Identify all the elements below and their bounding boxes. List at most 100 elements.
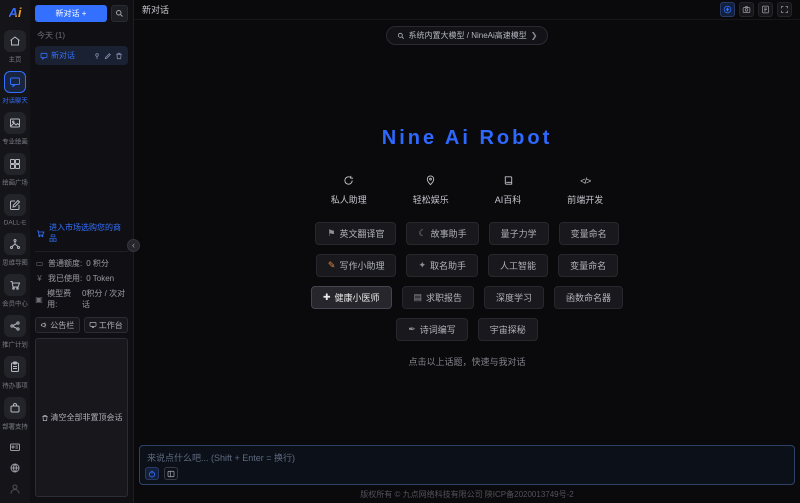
topic-button[interactable]: 量子力学 [488, 222, 549, 245]
stat-row-used: ¥ 我已使用: 0 Token [35, 273, 128, 284]
topic-button[interactable]: ☾ 故事助手 [406, 222, 479, 245]
message-input[interactable]: 来说点什么吧... (Shift + Enter = 换行) [139, 445, 795, 485]
category-label: 前端开发 [567, 195, 604, 205]
sidebar-item-deploy[interactable]: 部署支持 [0, 397, 31, 435]
topic-label: 函数命名器 [566, 293, 612, 303]
chat-list-item[interactable]: 新对话 [35, 46, 128, 65]
chat-list-panel: 新对话 + 今天 (1) 新对话 进入市场选购您的商品 ▭ 普通额度: 0 积分… [30, 0, 134, 503]
topic-button[interactable]: 变量命名 [558, 222, 619, 245]
sidebar-item-pro-draw[interactable]: 专业绘画 [0, 112, 31, 150]
code-icon: </> [580, 175, 591, 186]
category-label: 私人助理 [330, 195, 367, 205]
location-icon [425, 174, 436, 187]
plugin-button[interactable] [720, 2, 735, 17]
panel-icon [167, 470, 175, 478]
stat-value: 0 积分 [86, 259, 109, 268]
fullscreen-button[interactable] [777, 2, 792, 17]
sidebar-item-todo[interactable]: 待办事项 [0, 356, 31, 394]
welcome-hero: Nine Ai Robot 私人助理 轻松娱乐 AI百科 </> 前端开发 ⚑ … [134, 127, 800, 368]
sidebar-footer [9, 441, 21, 503]
sidebar-item-chat[interactable]: 对话聊天 [0, 71, 31, 109]
input-placeholder: 来说点什么吧... (Shift + Enter = 换行) [147, 453, 296, 463]
topic-button[interactable]: 变量命名 [558, 254, 619, 277]
topic-button[interactable]: ✦ 取名助手 [406, 254, 479, 277]
sidebar-item-dalle[interactable]: DALL-E [1, 194, 29, 230]
stat-row-model-cost: ▣ 模型费用: 0积分 / 次对话 [35, 288, 128, 310]
topic-button[interactable]: 深度学习 [484, 286, 545, 309]
topic-label: 人工智能 [500, 261, 537, 271]
topic-label: 变量命名 [570, 261, 607, 271]
market-link[interactable]: 进入市场选购您的商品 [36, 222, 127, 244]
topic-button[interactable]: ✒ 诗词编写 [396, 318, 468, 341]
topic-label: 健康小医师 [334, 293, 380, 303]
sidebar-item-draw-plaza[interactable]: 绘画广场 [0, 153, 31, 191]
topic-button[interactable]: ✚ 健康小医师 [310, 286, 392, 309]
card-icon: ▭ [35, 259, 44, 268]
chat-group-label: 今天 (1) [37, 31, 65, 40]
pin-icon[interactable] [93, 52, 101, 60]
megaphone-icon [40, 321, 48, 329]
category-encyclopedia[interactable]: AI百科 [495, 174, 521, 206]
image-icon [9, 117, 21, 129]
new-chat-button[interactable]: 新对话 + [35, 5, 107, 22]
screenshot-button[interactable] [739, 2, 754, 17]
globe-icon[interactable] [9, 462, 21, 474]
model-selector-pill[interactable]: 系统内置大模型 / NineAi高速模型 ❯ [385, 26, 549, 45]
topic-label: 写作小助理 [339, 261, 385, 271]
market-link-label: 进入市场选购您的商品 [49, 223, 121, 243]
sidebar-item-label: 专业绘画 [2, 137, 28, 146]
sidebar-item-label: 思维导图 [2, 258, 28, 267]
knowledge-base-button[interactable] [164, 467, 178, 480]
list-icon [761, 5, 770, 14]
camera-icon [742, 5, 751, 14]
trash-icon [41, 414, 49, 422]
collapse-panel-handle[interactable]: ‹ [127, 239, 140, 252]
power-icon [148, 470, 156, 478]
sidebar-item-member-center[interactable]: 会员中心 [0, 274, 31, 312]
workbench-button[interactable]: 工作台 [83, 317, 128, 333]
topic-button[interactable]: 人工智能 [488, 254, 549, 277]
stat-label: 我已使用: [48, 274, 83, 283]
category-assistant[interactable]: 私人助理 [331, 174, 367, 206]
delete-icon[interactable] [115, 52, 123, 60]
app-logo: Ai [8, 5, 22, 20]
sidebar-item-promotion[interactable]: 推广计划 [0, 315, 31, 353]
topic-button[interactable]: ✎ 写作小助理 [315, 254, 397, 277]
token-icon: ¥ [37, 274, 42, 283]
topic-label: 求职报告 [426, 293, 463, 303]
main-topbar: 新对话 [134, 0, 800, 20]
network-toggle-button[interactable] [145, 467, 159, 480]
document-icon: ▤ [413, 292, 423, 302]
sidebar-item-label: 绘画广场 [2, 178, 28, 187]
card-key-icon[interactable] [9, 441, 21, 453]
stat-label: 普通额度: [48, 259, 83, 268]
sidebar-item-label: 对话聊天 [2, 96, 28, 105]
clipboard-icon [9, 361, 21, 373]
topic-label: 英文翻译官 [339, 229, 385, 239]
topic-button[interactable]: ▤ 求职报告 [401, 286, 475, 309]
edit-icon[interactable] [104, 52, 112, 60]
announcement-button[interactable]: 公告栏 [35, 317, 80, 333]
copyright-footer: 版权所有 © 九点网络科技有限公司 陕ICP备2020013749号-2 [360, 490, 574, 499]
topic-label: 诗词编写 [419, 325, 456, 335]
sidebar-item-mindmap[interactable]: 思维导图 [0, 233, 31, 271]
topic-button[interactable]: 宇宙探秘 [477, 318, 538, 341]
topic-button[interactable]: 函数命名器 [554, 286, 624, 309]
topic-button[interactable]: ⚑ 英文翻译官 [315, 222, 397, 245]
category-row: 私人助理 轻松娱乐 AI百科 </> 前端开发 [331, 174, 604, 206]
category-fun[interactable]: 轻松娱乐 [413, 174, 449, 206]
stat-label: 模型费用: [47, 289, 72, 309]
stat-value: 0 Token [86, 274, 115, 283]
clear-chats-button[interactable]: 清空全部非置顶会话 [35, 338, 128, 497]
sidebar-item-label: 主页 [8, 55, 22, 64]
sidebar-item-home[interactable]: 主页 [4, 30, 26, 68]
topic-label: 量子力学 [500, 229, 537, 239]
plugin-icon [723, 5, 732, 14]
model-pill-label: 系统内置大模型 / NineAi高速模型 [408, 31, 527, 40]
user-avatar-icon[interactable] [9, 483, 21, 495]
pen-icon: ✎ [327, 260, 336, 270]
category-frontend[interactable]: </> 前端开发 [567, 174, 603, 206]
sidebar-item-label: 推广计划 [2, 340, 28, 349]
search-chat-button[interactable] [111, 5, 128, 22]
history-button[interactable] [758, 2, 773, 17]
